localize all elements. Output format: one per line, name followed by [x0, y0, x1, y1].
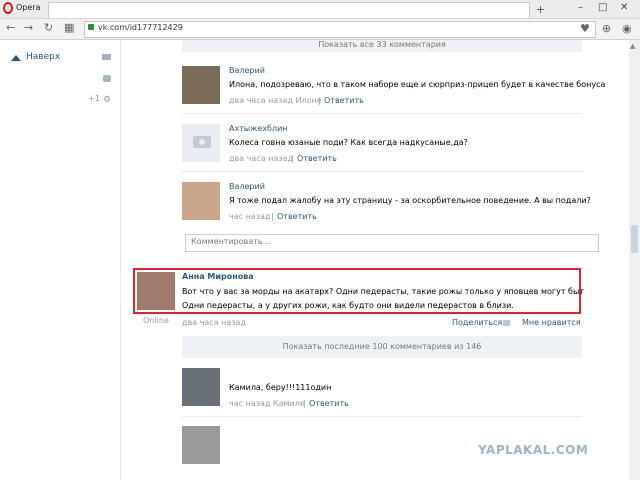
comment-author[interactable]: Ахтыжехблин: [229, 124, 288, 133]
forward-icon[interactable]: →: [24, 21, 33, 34]
comment-author[interactable]: Валерий: [229, 182, 265, 191]
comment-text: Я тоже подал жалобу на эту страницу - за…: [229, 196, 591, 205]
share-button[interactable]: Поделиться: [452, 318, 502, 327]
avatar[interactable]: [182, 368, 220, 406]
reply-link[interactable]: Ответить: [309, 399, 349, 408]
content-column: [120, 40, 636, 480]
heart-icon[interactable]: ♥: [580, 22, 590, 35]
message-bubble-icon[interactable]: [103, 75, 111, 82]
reply-link[interactable]: Ответить: [277, 212, 317, 221]
account-icon[interactable]: ◉: [622, 22, 632, 35]
avatar[interactable]: [182, 182, 220, 220]
comment-text: Камила, беру!!!111один: [229, 383, 332, 392]
scrollbar-thumb[interactable]: [631, 225, 638, 253]
gear-icon[interactable]: ⚙: [103, 95, 111, 105]
app-label[interactable]: Opera: [16, 3, 41, 12]
post-time[interactable]: два часа назад: [182, 318, 246, 327]
avatar[interactable]: [182, 426, 220, 464]
url-text[interactable]: vk.com/id177712429: [98, 23, 183, 32]
arrow-up-icon[interactable]: [11, 55, 21, 61]
separator: |: [303, 399, 306, 408]
separator: |: [271, 212, 274, 221]
divider: [182, 171, 582, 172]
notification-counter[interactable]: +1: [88, 94, 100, 103]
reply-link[interactable]: Ответить: [324, 96, 364, 105]
comment-time[interactable]: час назад: [229, 212, 270, 221]
avatar[interactable]: [182, 66, 220, 104]
comment-author[interactable]: Валерий: [229, 66, 265, 75]
lock-icon: [88, 24, 94, 30]
reply-link[interactable]: Ответить: [297, 154, 337, 163]
new-tab-button[interactable]: +: [536, 3, 545, 16]
divider: [182, 113, 582, 114]
separator: |: [318, 96, 321, 105]
minimize-button[interactable]: –: [578, 2, 583, 13]
scroll-up-icon[interactable]: ▲: [630, 42, 635, 50]
comment-time[interactable]: два часа назад: [229, 154, 293, 163]
download-icon[interactable]: ⊕: [602, 22, 611, 35]
page-top-link[interactable]: Наверх: [26, 52, 60, 62]
speed-dial-icon[interactable]: ▦: [64, 21, 74, 34]
reload-icon[interactable]: ↻: [44, 21, 53, 34]
left-gutter: [0, 40, 120, 480]
separator: |: [291, 154, 294, 163]
comment-input-placeholder[interactable]: Комментировать...: [191, 237, 270, 246]
show-all-comments-button[interactable]: Показать все 33 комментария: [182, 40, 582, 52]
watermark-logo: YAPLAKAL.COM: [478, 443, 589, 457]
camera-lens: [199, 139, 205, 145]
comment-time[interactable]: два часа назад Илоне: [229, 96, 322, 105]
mail-icon[interactable]: [102, 54, 111, 60]
opera-logo-icon[interactable]: [3, 2, 13, 14]
highlight-frame: [133, 268, 581, 314]
scrollbar-track[interactable]: [629, 40, 640, 480]
like-button[interactable]: Мне нравится: [522, 318, 581, 327]
comment-text: Илона, подозреваю, что в таком наборе ещ…: [229, 80, 606, 89]
comment-time[interactable]: час назад Камиле: [229, 399, 305, 408]
online-status: Online: [143, 316, 169, 325]
active-tab[interactable]: [48, 2, 530, 18]
divider: [182, 416, 582, 417]
close-button[interactable]: ✕: [620, 2, 628, 13]
show-last-comments-button[interactable]: Показать последние 100 комментариев из 1…: [182, 336, 582, 358]
megaphone-icon[interactable]: [503, 320, 510, 326]
maximize-button[interactable]: □: [598, 2, 607, 13]
comment-text: Колеса говна юзаные поди? Как всегда над…: [229, 138, 468, 147]
back-icon[interactable]: ←: [6, 21, 15, 34]
